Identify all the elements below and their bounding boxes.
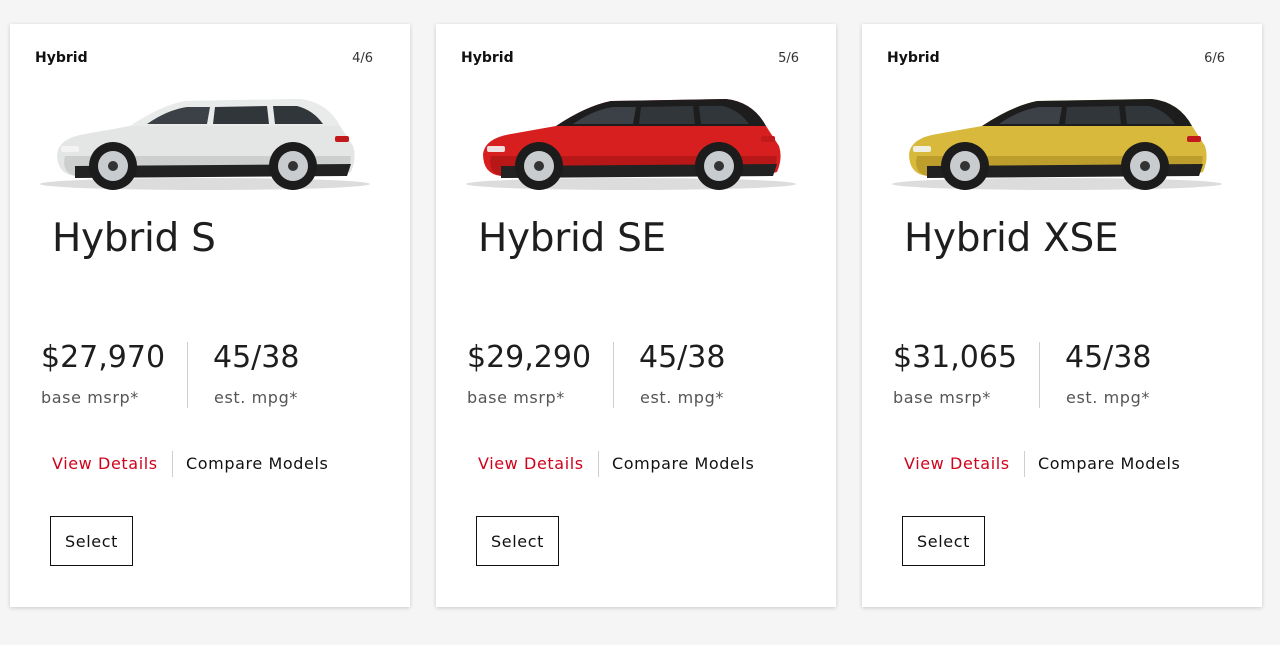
trim-name: Hybrid SE — [478, 216, 666, 261]
trim-card-hybrid-se: Hybrid 5/6 Hybrid SE $29,290 base msrp* … — [436, 24, 836, 607]
price-label: base msrp* — [41, 388, 139, 407]
select-button[interactable]: Select — [902, 516, 985, 566]
mpg-label: est. mpg* — [1066, 388, 1150, 407]
trim-name: Hybrid S — [52, 216, 216, 261]
view-details-link[interactable]: View Details — [52, 454, 158, 473]
mpg-value: 45/38 — [639, 340, 726, 375]
price-label: base msrp* — [467, 388, 565, 407]
compare-models-link[interactable]: Compare Models — [1038, 454, 1180, 473]
mpg-label: est. mpg* — [214, 388, 298, 407]
links-divider — [598, 451, 599, 477]
vehicle-image — [892, 99, 1222, 190]
select-button[interactable]: Select — [476, 516, 559, 566]
trim-name: Hybrid XSE — [904, 216, 1119, 261]
links-divider — [1024, 451, 1025, 477]
card-counter: 4/6 — [352, 51, 373, 66]
price-value: $31,065 — [893, 340, 1018, 375]
card-counter: 6/6 — [1204, 51, 1225, 66]
vehicle-image — [466, 99, 796, 190]
card-counter: 5/6 — [778, 51, 799, 66]
powertrain-badge: Hybrid — [461, 50, 514, 66]
compare-models-link[interactable]: Compare Models — [186, 454, 328, 473]
stats-divider — [1039, 342, 1040, 408]
view-details-link[interactable]: View Details — [478, 454, 584, 473]
view-details-link[interactable]: View Details — [904, 454, 1010, 473]
compare-models-link[interactable]: Compare Models — [612, 454, 754, 473]
select-button[interactable]: Select — [50, 516, 133, 566]
mpg-value: 45/38 — [213, 340, 300, 375]
mpg-value: 45/38 — [1065, 340, 1152, 375]
powertrain-badge: Hybrid — [35, 50, 88, 66]
price-value: $27,970 — [41, 340, 166, 375]
trim-card-hybrid-s: Hybrid 4/6 Hybrid S $27,970 base msrp* 4… — [10, 24, 410, 607]
powertrain-badge: Hybrid — [887, 50, 940, 66]
mpg-label: est. mpg* — [640, 388, 724, 407]
trim-card-hybrid-xse: Hybrid 6/6 Hybrid XSE $31,065 base msrp*… — [862, 24, 1262, 607]
stats-divider — [613, 342, 614, 408]
links-divider — [172, 451, 173, 477]
price-value: $29,290 — [467, 340, 592, 375]
vehicle-image — [40, 99, 370, 190]
price-label: base msrp* — [893, 388, 991, 407]
stats-divider — [187, 342, 188, 408]
